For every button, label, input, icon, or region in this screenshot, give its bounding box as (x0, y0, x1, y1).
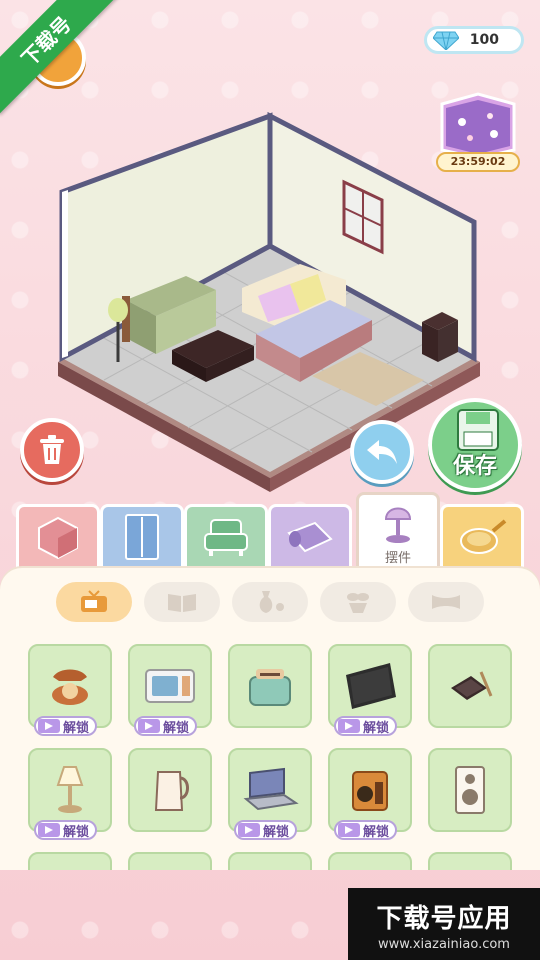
unlock-badge[interactable]: 解锁 (34, 820, 98, 840)
plant-icon (347, 593, 369, 613)
wardrobe-icon (125, 514, 159, 560)
item-partial[interactable] (128, 852, 212, 870)
armchair-icon (204, 519, 248, 556)
tab-decor[interactable]: 摆件 (356, 492, 440, 574)
video-play-icon (338, 823, 360, 837)
watermark-title: 下载号应用 (376, 904, 512, 934)
item-partial[interactable] (228, 852, 312, 870)
save-label: 保存 (452, 454, 497, 479)
tab-wardrobe[interactable] (100, 504, 184, 570)
telephone-icon (52, 669, 88, 705)
item-laptop[interactable]: 解锁 (228, 748, 312, 840)
unlock-label: 解锁 (363, 720, 390, 736)
undo-button[interactable] (350, 420, 414, 484)
tab-kitchen[interactable] (440, 504, 524, 570)
item-speaker[interactable] (428, 748, 512, 832)
tab-decor-label: 摆件 (384, 551, 411, 566)
item-toaster[interactable] (228, 644, 312, 728)
unlock-badge[interactable]: 解锁 (334, 820, 398, 840)
gift-box[interactable]: 23:59:02 (432, 92, 524, 172)
trash-icon (40, 435, 64, 464)
book-icon (168, 594, 196, 612)
item-tablet[interactable] (428, 644, 512, 728)
unlock-label: 解锁 (63, 824, 90, 840)
unlock-badge[interactable]: 解锁 (134, 716, 198, 736)
item-partial[interactable] (28, 852, 112, 870)
unlock-label: 解锁 (63, 720, 90, 736)
tv-icon (81, 590, 107, 612)
subtab-tv[interactable] (56, 582, 132, 622)
unlock-label: 解锁 (363, 824, 390, 840)
item-panel: 解锁 解锁 解锁 解锁 解锁 解锁 (0, 568, 540, 870)
vase-icon (259, 591, 284, 613)
item-telephone[interactable]: 解锁 (28, 644, 112, 736)
item-television[interactable]: 解锁 (328, 644, 412, 736)
item-radio[interactable]: 解锁 (328, 748, 412, 840)
undo-arrow-icon (367, 440, 397, 464)
item-table-lamp[interactable]: 解锁 (28, 748, 112, 840)
television-icon (346, 663, 396, 709)
unlock-badge[interactable]: 解锁 (34, 716, 98, 736)
tab-rug[interactable] (268, 504, 352, 570)
tab-room[interactable] (16, 504, 100, 570)
toaster-icon (249, 669, 291, 706)
subtab-plants[interactable] (320, 582, 396, 622)
room-cube-icon (38, 516, 78, 560)
unlock-badge[interactable]: 解锁 (234, 820, 298, 840)
watermark: 下载号应用 www.xiazainiao.com (348, 888, 540, 960)
item-partial[interactable] (428, 852, 512, 870)
video-play-icon (38, 719, 60, 733)
subtab-books[interactable] (144, 582, 220, 622)
item-microwave[interactable]: 解锁 (128, 644, 212, 736)
video-play-icon (138, 719, 160, 733)
video-play-icon (238, 823, 260, 837)
delete-button[interactable] (20, 418, 84, 482)
table-lamp-icon (56, 766, 84, 813)
diamond-icon (433, 31, 459, 50)
gift-box-icon (440, 92, 516, 160)
unlock-badge[interactable]: 解锁 (334, 716, 398, 736)
speaker-icon (455, 766, 485, 814)
watermark-url: www.xiazainiao.com (378, 937, 510, 952)
item-kettle[interactable] (128, 748, 212, 832)
unlock-label: 解锁 (263, 824, 290, 840)
gem-counter[interactable]: 100 (424, 26, 524, 54)
kettle-icon (154, 771, 189, 811)
radio-icon (352, 771, 388, 811)
video-play-icon (338, 719, 360, 733)
video-play-icon (38, 823, 60, 837)
microwave-icon (145, 669, 195, 703)
tablet-icon (451, 671, 493, 700)
rug-icon (287, 521, 333, 553)
subtab-vases[interactable] (232, 582, 308, 622)
frying-pan-icon (460, 519, 507, 554)
subtab-pillows[interactable] (408, 582, 484, 622)
gem-count: 100 (469, 32, 499, 48)
tab-seating[interactable] (184, 504, 268, 570)
save-button[interactable]: 保存 (428, 398, 522, 492)
gift-timer: 23:59:02 (436, 152, 520, 172)
item-partial[interactable] (328, 852, 412, 870)
unlock-label: 解锁 (163, 720, 190, 736)
laptop-icon (243, 767, 299, 811)
lamp-icon (384, 507, 412, 543)
pillow-icon (432, 595, 460, 609)
